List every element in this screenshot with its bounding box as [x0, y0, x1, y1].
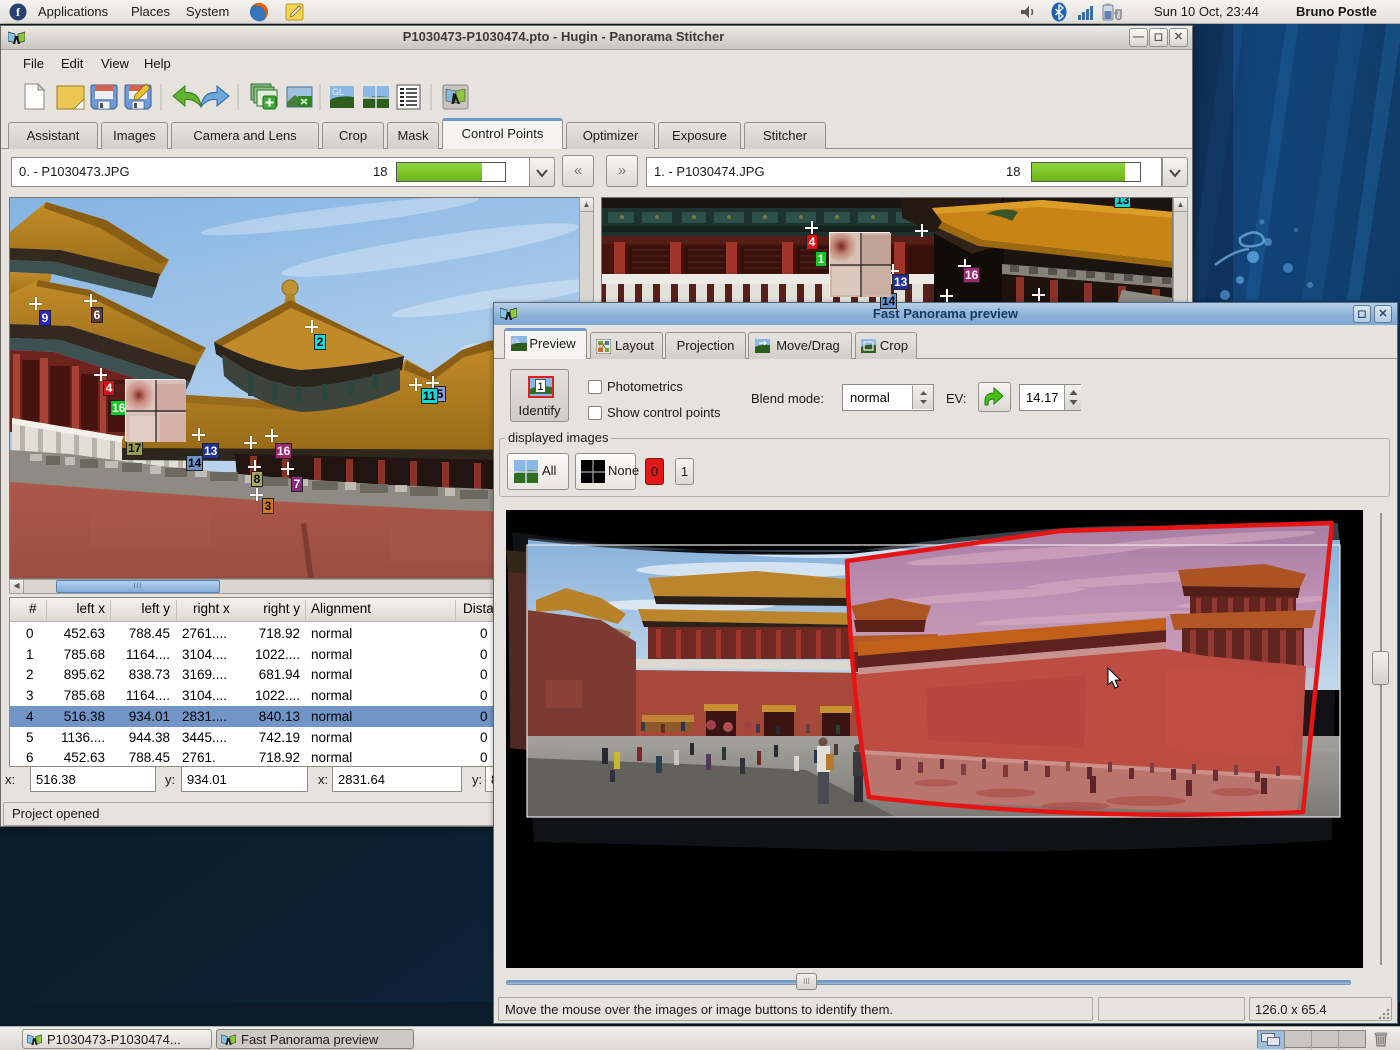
- svg-text:GL: GL: [512, 338, 521, 345]
- svg-text:GL: GL: [332, 87, 344, 97]
- svg-text:IX: IX: [599, 343, 606, 350]
